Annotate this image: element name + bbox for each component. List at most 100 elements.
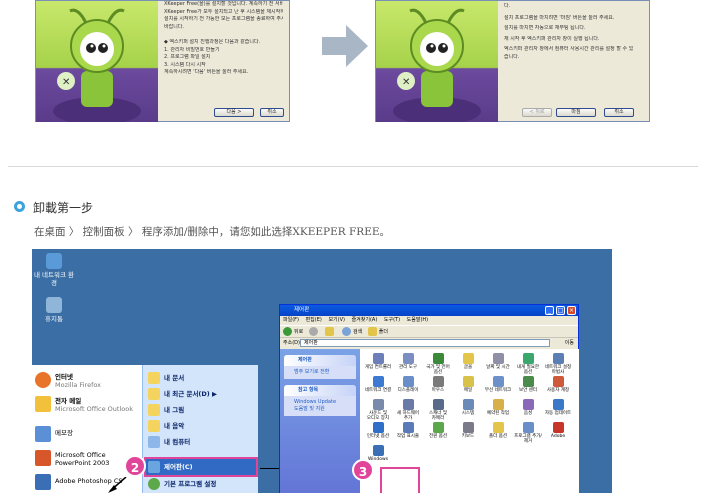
installer-line: 설치를 시작하기 전 가능한 모든 프로그램을 종료하여 주시기 — [164, 16, 283, 23]
control-panel-item[interactable]: 시스템 — [453, 399, 483, 416]
start-item-label: 내 문서 — [164, 374, 185, 382]
control-panel-item[interactable]: 보안 센터 — [513, 376, 543, 393]
control-panel-item-label: 예약된 작업 — [486, 411, 510, 416]
start-item-control-panel[interactable]: 제어판(C) — [144, 457, 258, 477]
start-item-email[interactable]: 전자 메일 Microsoft Office Outlook — [35, 395, 140, 415]
menu-help[interactable]: 도움말(H) — [407, 317, 428, 323]
control-panel-item[interactable]: 사용자 계정 — [543, 376, 573, 393]
up-icon[interactable] — [325, 327, 335, 336]
control-panel-item[interactable]: Adobe — [543, 422, 573, 439]
mascot-image: ✕ — [36, 1, 158, 122]
control-panel-item[interactable]: 국가 및 언어 옵션 — [423, 353, 453, 375]
start-item-title: Microsoft Office PowerPoint 2003 — [55, 451, 110, 467]
menu-favorites[interactable]: 즐겨찾기(A) — [352, 317, 378, 323]
folders-button[interactable]: 폴더 — [379, 329, 388, 335]
start-item-my-documents[interactable]: 내 문서 — [148, 371, 256, 385]
menu-file[interactable]: 파일(F) — [283, 317, 299, 323]
menu-tools[interactable]: 도구(T) — [384, 317, 400, 323]
installer-line: XKeeper Free가 모두 설치되고 난 후 시스템을 재시작하시고 — [164, 8, 283, 15]
installer-cancel-button[interactable]: 취소 — [604, 108, 634, 117]
task-box-title: 참고 항목 — [284, 385, 356, 396]
go-button[interactable]: 이동 — [565, 339, 574, 347]
start-item-my-pictures[interactable]: 내 그림 — [148, 403, 256, 417]
section-heading: 卸載第一步 — [33, 201, 94, 215]
folder-icon — [148, 420, 160, 432]
start-item-internet[interactable]: 인터넷 Mozilla Firefox — [35, 371, 140, 391]
step-badge-3: 3 — [352, 459, 374, 481]
control-panel-item[interactable]: 인터넷 옵션 — [363, 422, 393, 439]
close-button[interactable]: × — [567, 306, 576, 315]
control-panel-item[interactable]: 전원 옵션 — [423, 422, 453, 439]
control-panel-item[interactable]: 프로그램 추가/제거 — [513, 422, 543, 444]
default-programs-icon — [148, 478, 160, 490]
task-box-title: 제어판 — [284, 355, 356, 366]
address-field[interactable]: 제어판 — [300, 339, 550, 347]
control-panel-item[interactable]: 음성 — [513, 399, 543, 416]
back-icon[interactable] — [283, 327, 292, 336]
start-item-my-music[interactable]: 내 음악 — [148, 419, 256, 433]
control-panel-item[interactable]: 네트워크 연결 — [363, 376, 393, 393]
control-panel-item[interactable]: 작업 표시줄 — [393, 422, 423, 439]
installer-next-button[interactable]: 다음 > — [214, 108, 254, 117]
control-panel-item-icon — [372, 376, 384, 387]
forward-icon[interactable] — [308, 327, 318, 336]
address-label: 주소(D) — [283, 340, 300, 346]
installer-screenshot-right: ✕ 다. 설치 프로그램을 마치려면 '마침' 버튼을 눌러 주세요. 설치를 … — [375, 0, 650, 122]
folders-icon[interactable] — [367, 327, 377, 336]
start-item-my-computer[interactable]: 내 컴퓨터 — [148, 435, 256, 449]
control-panel-item[interactable]: 디스플레이 — [393, 376, 423, 393]
control-panel-item[interactable]: 관리 도구 — [393, 353, 423, 370]
control-panel-item[interactable]: 네트워크 설정 마법사 — [543, 353, 573, 375]
windows-update-link[interactable]: Windows Update — [294, 399, 352, 406]
search-button[interactable]: 검색 — [353, 329, 362, 335]
photoshop-icon — [35, 474, 51, 490]
control-panel-item-label: 키보드 — [461, 434, 475, 439]
control-panel-item-label: Adobe — [550, 434, 566, 439]
maximize-button[interactable]: □ — [556, 306, 565, 315]
start-item-recent-docs[interactable]: 내 최근 문서(D) ▶ — [148, 387, 256, 401]
control-panel-item-label: 새 하드웨어 추가 — [396, 411, 420, 421]
control-panel-item[interactable]: 스캐너 및 카메라 — [423, 399, 453, 421]
control-panel-item[interactable]: 메일 — [453, 376, 483, 393]
task-box-control-panel: 제어판 범주 보기로 전환 — [284, 355, 356, 379]
control-panel-item[interactable]: 무선 네트워크 — [483, 376, 513, 393]
desktop-icon-network[interactable]: 내 네트워크 환경 — [32, 253, 76, 287]
control-panel-item[interactable]: 자동 업데이트 — [543, 399, 573, 416]
installer-cancel-button[interactable]: 취소 — [260, 108, 284, 117]
control-panel-item-icon — [372, 445, 384, 456]
control-panel-item[interactable]: 사운드 및 오디오 장치 — [363, 399, 393, 421]
control-panel-item-icon — [432, 376, 444, 387]
control-panel-item[interactable]: 폴더 옵션 — [483, 422, 513, 439]
start-item-notepad[interactable]: 메모장 — [35, 425, 140, 445]
control-panel-item-icon — [492, 353, 504, 364]
minimize-button[interactable]: _ — [545, 306, 554, 315]
pointer-arrow-icon — [108, 476, 128, 493]
menu-edit[interactable]: 편집(E) — [306, 317, 322, 323]
switch-category-view-link[interactable]: 범주 보기로 전환 — [284, 366, 356, 379]
control-panel-item-icon — [432, 399, 444, 410]
control-panel-item[interactable]: 글꼴 — [453, 353, 483, 370]
installer-back-button[interactable]: < 뒤로 — [522, 108, 552, 117]
desktop-icon-label: 내 네트워크 환경 — [33, 271, 74, 287]
control-panel-item[interactable]: 날짜 및 시간 — [483, 353, 513, 370]
desktop-icon-recycle-bin[interactable]: 휴지통 — [32, 297, 76, 323]
powerpoint-icon — [35, 450, 51, 466]
installer-finish-button[interactable]: 마침 — [556, 108, 596, 117]
control-panel-item-icon — [462, 399, 474, 410]
start-menu: 인터넷 Mozilla Firefox 전자 메일 Microsoft Office… — [32, 365, 258, 493]
control-panel-item[interactable]: 마우스 — [423, 376, 453, 393]
computer-icon — [148, 436, 160, 448]
control-panel-item[interactable]: 키보드 — [453, 422, 483, 439]
installer-line: 설치를 마치면 자동으로 재부팅 됩니다. — [504, 25, 586, 32]
back-button[interactable]: 뒤로 — [294, 329, 303, 335]
control-panel-item[interactable]: 내게 필요한 옵션 — [513, 353, 543, 375]
search-icon[interactable] — [341, 327, 351, 336]
help-support-link[interactable]: 도움말 및 지원 — [294, 406, 352, 413]
control-panel-item[interactable]: 새 하드웨어 추가 — [393, 399, 423, 421]
start-item-default-programs[interactable]: 기본 프로그램 설정 — [148, 477, 256, 491]
control-panel-item[interactable]: 예약된 작업 — [483, 399, 513, 416]
start-item-title: 메모장 — [55, 429, 73, 437]
window-titlebar: 제어판 _ □ × — [280, 305, 578, 316]
menu-view[interactable]: 보기(V) — [328, 317, 345, 323]
control-panel-item[interactable]: 게임 컨트롤러 — [363, 353, 393, 370]
